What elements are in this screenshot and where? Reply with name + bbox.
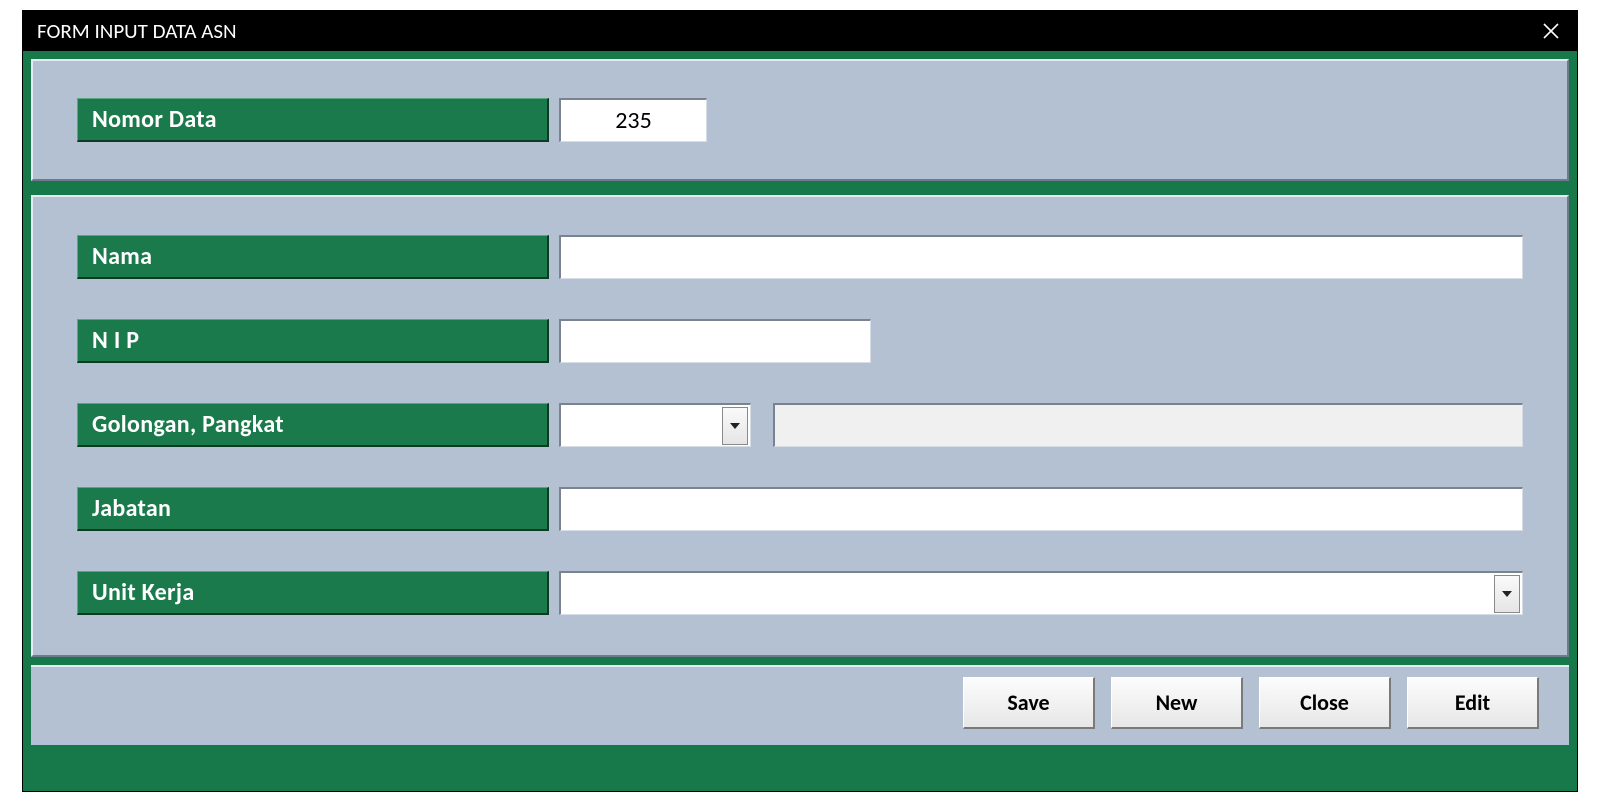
row-golongan: Golongan, Pangkat — [77, 403, 1523, 447]
close-button[interactable]: Close — [1259, 677, 1391, 729]
label-golongan: Golongan, Pangkat — [77, 403, 549, 447]
form-window: FORM INPUT DATA ASN Nomor Data Nama N I … — [22, 10, 1578, 792]
row-nama: Nama — [77, 235, 1523, 279]
chevron-down-icon[interactable] — [1494, 575, 1520, 613]
unit-kerja-dropdown[interactable] — [559, 571, 1523, 615]
row-nip: N I P — [77, 319, 1523, 363]
chevron-down-icon[interactable] — [722, 407, 748, 445]
panel-nomor: Nomor Data — [31, 59, 1569, 181]
row-unit-kerja: Unit Kerja — [77, 571, 1523, 615]
golongan-dropdown[interactable] — [559, 403, 751, 447]
edit-button[interactable]: Edit — [1407, 677, 1539, 729]
row-jabatan: Jabatan — [77, 487, 1523, 531]
button-bar: Save New Close Edit — [31, 665, 1569, 745]
jabatan-field[interactable] — [559, 487, 1523, 531]
label-nomor-data: Nomor Data — [77, 98, 549, 142]
title-bar: FORM INPUT DATA ASN — [23, 11, 1577, 51]
nomor-data-field[interactable] — [559, 98, 707, 142]
panel-main: Nama N I P Golongan, Pangkat Jabatan — [31, 195, 1569, 657]
nip-field[interactable] — [559, 319, 871, 363]
nama-field[interactable] — [559, 235, 1523, 279]
label-unit-kerja: Unit Kerja — [77, 571, 549, 615]
new-button[interactable]: New — [1111, 677, 1243, 729]
bottom-strip — [31, 745, 1569, 749]
label-jabatan: Jabatan — [77, 487, 549, 531]
label-nip: N I P — [77, 319, 549, 363]
label-nama: Nama — [77, 235, 549, 279]
save-button[interactable]: Save — [963, 677, 1095, 729]
form-body: Nomor Data Nama N I P Golongan, Pangkat — [23, 51, 1577, 791]
close-icon[interactable] — [1525, 11, 1577, 51]
golongan-desc-field — [773, 403, 1523, 447]
window-title: FORM INPUT DATA ASN — [37, 18, 237, 44]
